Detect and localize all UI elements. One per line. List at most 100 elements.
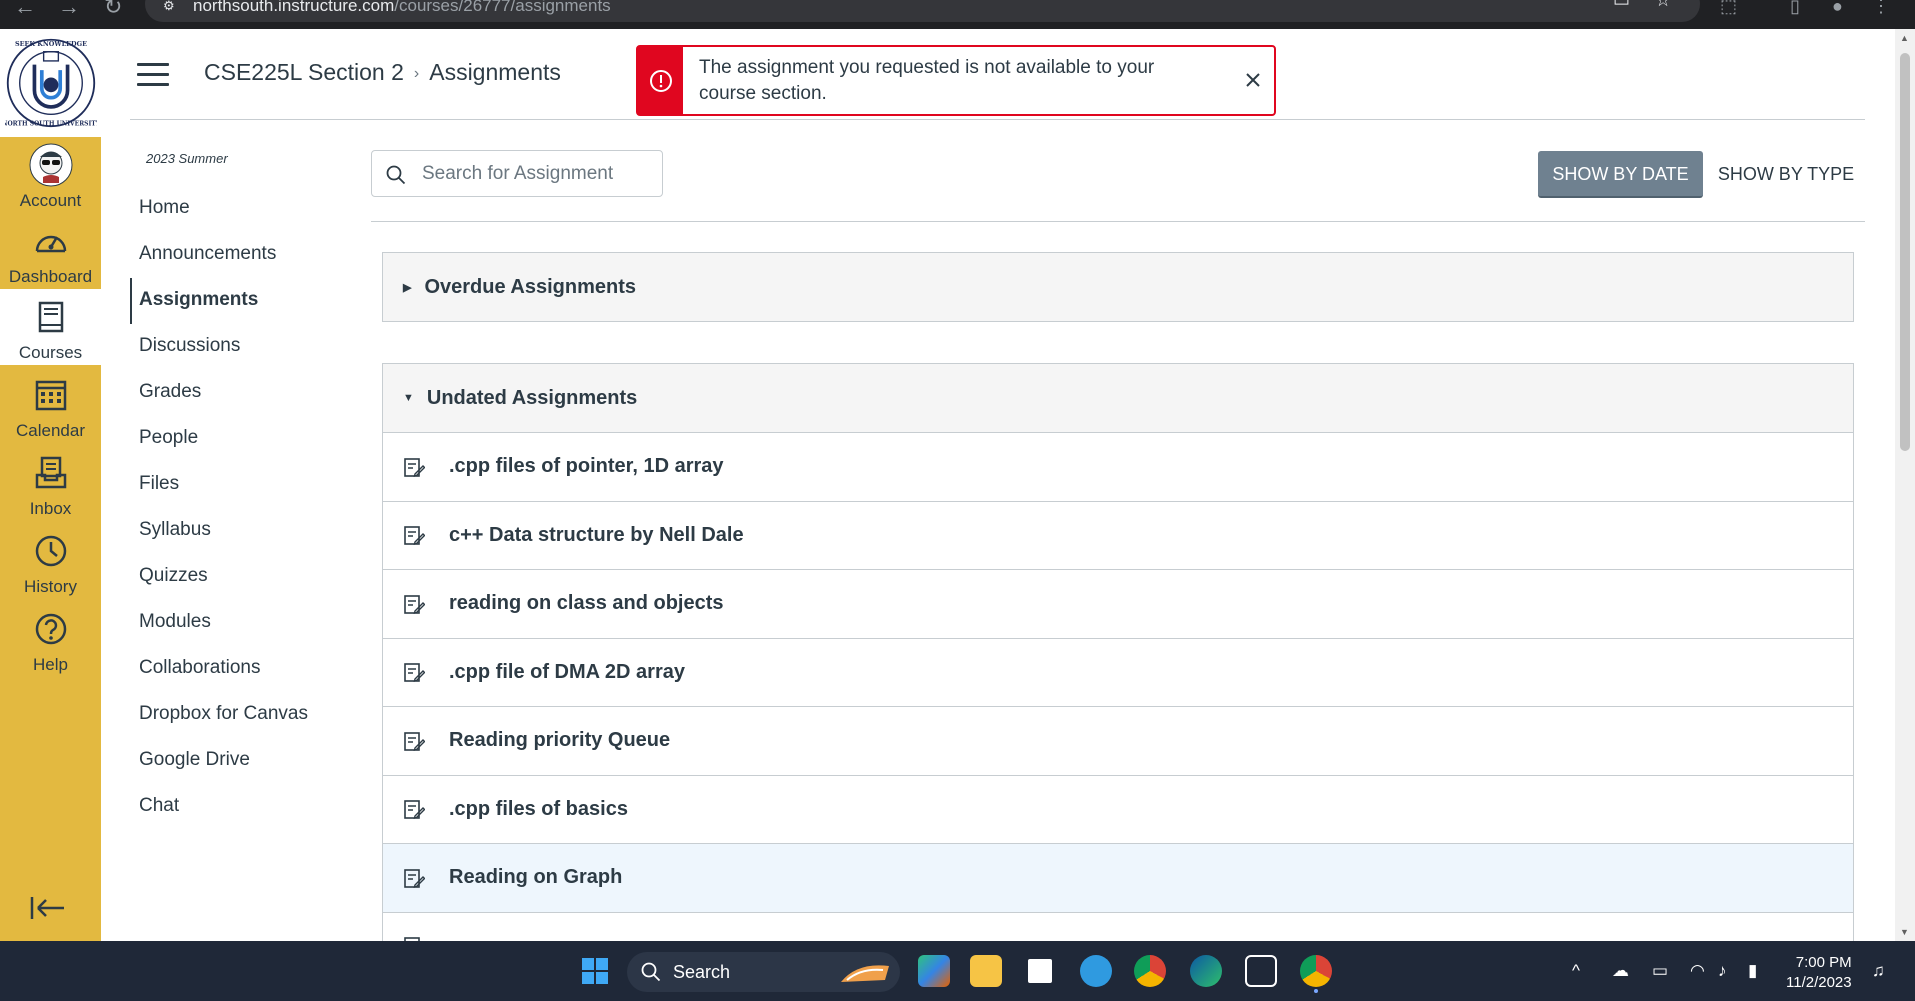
caret-right-icon: ▶: [403, 281, 412, 294]
assignment-row[interactable]: .cpp file of DMA 2D array: [383, 637, 1853, 706]
windows-start-icon[interactable]: [581, 957, 609, 985]
address-bar[interactable]: ⚙ northsouth.instructure.com/courses/267…: [145, 0, 1700, 22]
global-nav-help[interactable]: Help: [0, 601, 101, 677]
search-icon: [386, 165, 406, 185]
assignment-row[interactable]: .cpp files of basics: [383, 774, 1853, 843]
global-nav-inbox[interactable]: Inbox: [0, 445, 101, 521]
assignment-title-link[interactable]: reading on class and objects: [449, 592, 724, 615]
assignment-row[interactable]: Reading on Graph: [383, 843, 1853, 912]
assignment-title-link[interactable]: .cpp file of DMA 2D array: [449, 661, 685, 684]
back-arrow-icon[interactable]: ←: [14, 0, 36, 20]
course-nav-files[interactable]: Files: [130, 462, 360, 508]
search-input[interactable]: [422, 160, 652, 188]
volume-icon[interactable]: ♪: [1718, 961, 1727, 981]
history-icon: [35, 535, 66, 567]
course-navigation: Home Announcements Assignments Discussio…: [130, 186, 360, 830]
undated-group-toggle[interactable]: ▼ Undated Assignments: [383, 364, 1853, 432]
breadcrumb-course-link[interactable]: CSE225L Section 2: [204, 59, 404, 85]
scroll-up-icon[interactable]: ▲: [1900, 33, 1909, 43]
course-nav-discussions[interactable]: Discussions: [130, 324, 360, 370]
course-menu-toggle-button[interactable]: [137, 63, 169, 87]
wifi-icon[interactable]: ◠: [1690, 961, 1705, 981]
course-nav-announcements[interactable]: Announcements: [130, 232, 360, 278]
page-scrollbar[interactable]: ▲ ▼: [1895, 29, 1915, 941]
browser-toolbar: ← → ↻ ⚙ northsouth.instructure.com/cours…: [0, 0, 1915, 29]
scroll-down-icon[interactable]: ▼: [1900, 927, 1909, 937]
messenger-icon[interactable]: [1080, 955, 1112, 987]
profile-avatar-icon[interactable]: ●: [1832, 0, 1843, 17]
alert-icon-box: [638, 47, 683, 114]
assignment-title-link[interactable]: .cpp files of basics: [449, 798, 628, 821]
collapse-nav-icon[interactable]: [28, 893, 68, 923]
breadcrumb: CSE225L Section 2 › Assignments: [204, 59, 561, 86]
assignment-row[interactable]: .cpp files of pointer, 1D array: [383, 432, 1853, 501]
global-navigation: SEEK KNOWLEDGE NORTH SOUTH UNIVERSITY Ac…: [0, 29, 101, 941]
menu-dots-icon[interactable]: ⋮: [1872, 0, 1890, 17]
taskbar-clock[interactable]: 7:00 PM 11/2/2023: [1786, 953, 1852, 993]
assignment-title-link[interactable]: c++ Data structure by Nell Dale: [449, 524, 744, 547]
microsoft-store-icon[interactable]: [1024, 955, 1056, 987]
tray-overflow-chevron-icon[interactable]: ^: [1572, 961, 1580, 981]
global-nav-dashboard-label: Dashboard: [8, 267, 93, 286]
course-nav-modules[interactable]: Modules: [130, 600, 360, 646]
display-icon[interactable]: ▭: [1652, 961, 1668, 981]
search-icon: [641, 962, 661, 982]
global-nav-inbox-label: Inbox: [29, 499, 72, 518]
course-nav-collaborations[interactable]: Collaborations: [130, 646, 360, 692]
assignment-row[interactable]: Reading priority Queue: [383, 706, 1853, 775]
show-by-date-button[interactable]: SHOW BY DATE: [1538, 151, 1703, 198]
global-nav-dashboard[interactable]: Dashboard: [0, 213, 101, 289]
course-nav-grades[interactable]: Grades: [130, 370, 360, 416]
battery-icon[interactable]: ▮: [1748, 961, 1757, 981]
install-app-icon[interactable]: ▭: [1613, 0, 1630, 11]
global-nav-history[interactable]: History: [0, 523, 101, 599]
course-nav-syllabus[interactable]: Syllabus: [130, 508, 360, 554]
close-icon[interactable]: [1242, 69, 1264, 91]
assignment-title-link[interactable]: .cpp files of pointer, 1D array: [449, 455, 724, 478]
scrollbar-thumb[interactable]: [1900, 53, 1910, 451]
course-nav-people[interactable]: People: [130, 416, 360, 462]
taskbar-search[interactable]: Search: [627, 952, 900, 992]
course-nav-google-drive[interactable]: Google Drive: [130, 738, 360, 784]
global-nav-calendar-label: Calendar: [16, 421, 85, 440]
inbox-icon: [35, 456, 66, 489]
assignment-title-link[interactable]: Reading priority Queue: [449, 729, 670, 752]
chrome-icon[interactable]: [1134, 955, 1166, 987]
assignment-row[interactable]: reading on class and objects: [383, 569, 1853, 638]
global-nav-account[interactable]: Account: [0, 137, 101, 213]
forward-arrow-icon[interactable]: →: [58, 0, 80, 20]
overdue-group-toggle[interactable]: ▶ Overdue Assignments: [383, 253, 1853, 321]
chrome-profile-icon[interactable]: [1300, 955, 1332, 987]
site-settings-icon[interactable]: ⚙: [163, 0, 175, 14]
show-by-type-button[interactable]: SHOW BY TYPE: [1716, 151, 1856, 198]
overdue-assignments-group: ▶ Overdue Assignments: [382, 252, 1854, 322]
group-title: Undated Assignments: [426, 386, 638, 409]
global-nav-history-label: History: [24, 577, 77, 596]
course-nav-home[interactable]: Home: [130, 186, 360, 232]
global-nav-courses[interactable]: Courses: [0, 289, 101, 365]
course-nav-chat[interactable]: Chat: [130, 784, 360, 830]
warning-icon: [649, 69, 672, 92]
assignment-title-link[interactable]: Reading on Graph: [449, 866, 622, 889]
course-nav-assignments[interactable]: Assignments: [130, 278, 360, 324]
edge-icon[interactable]: [1190, 955, 1222, 987]
reload-icon[interactable]: ↻: [104, 0, 122, 20]
notification-bell-icon[interactable]: ♫: [1872, 961, 1885, 981]
clock-time: 7:00 PM: [1795, 954, 1852, 971]
breadcrumb-separator: ›: [413, 65, 420, 82]
copilot-icon[interactable]: [918, 955, 950, 987]
sidepanel-icon[interactable]: ▯: [1790, 0, 1800, 17]
course-nav-dropbox[interactable]: Dropbox for Canvas: [130, 692, 360, 738]
nsu-seal-icon: SEEK KNOWLEDGE NORTH SOUTH UNIVERSITY: [5, 38, 97, 127]
file-explorer-icon[interactable]: [970, 955, 1002, 987]
snipping-tool-icon[interactable]: [1245, 955, 1277, 987]
university-logo[interactable]: SEEK KNOWLEDGE NORTH SOUTH UNIVERSITY: [0, 29, 101, 137]
assignment-row-partial[interactable]: [383, 911, 1853, 941]
course-nav-quizzes[interactable]: Quizzes: [130, 554, 360, 600]
global-nav-calendar[interactable]: Calendar: [0, 367, 101, 443]
assignment-icon: [404, 868, 425, 888]
bookmark-star-icon[interactable]: ☆: [1655, 0, 1671, 11]
extensions-icon[interactable]: ⬚: [1720, 0, 1737, 17]
assignment-row[interactable]: c++ Data structure by Nell Dale: [383, 500, 1853, 569]
onedrive-icon[interactable]: ☁: [1612, 961, 1629, 981]
